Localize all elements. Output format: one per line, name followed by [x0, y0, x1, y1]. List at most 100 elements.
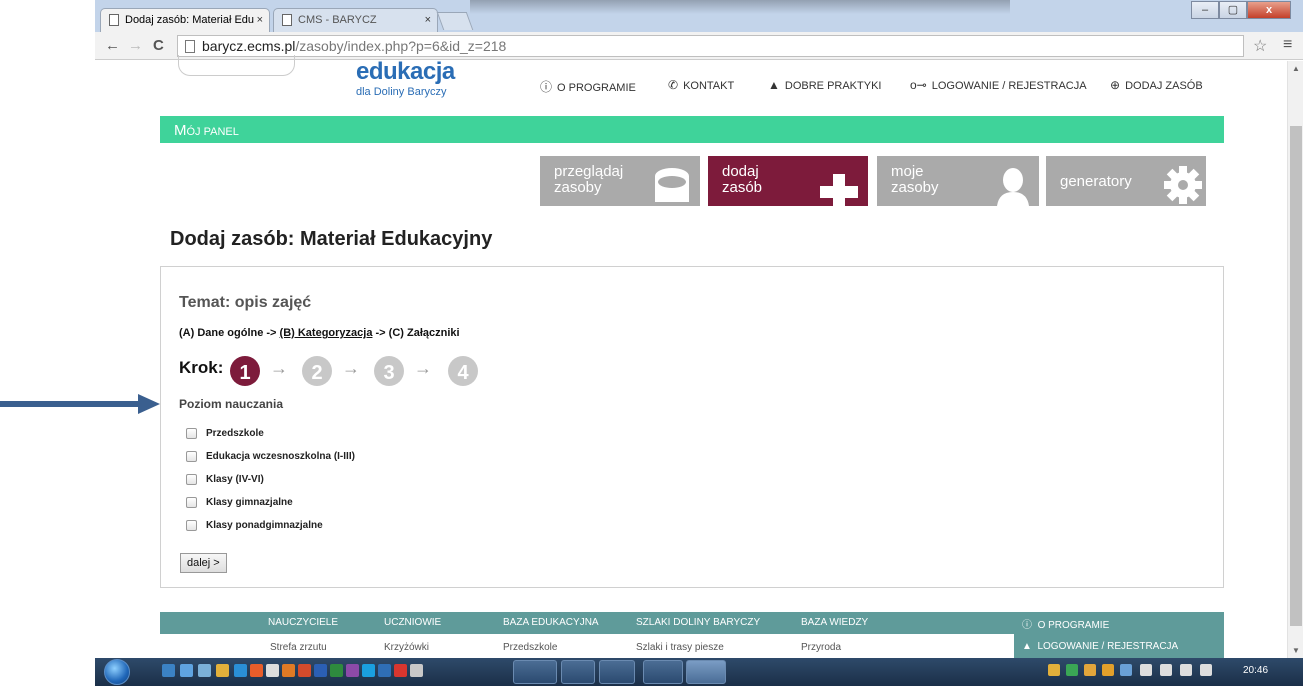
- nav-label: KONTAKT: [683, 80, 735, 92]
- nav-good-practices[interactable]: ▲ DOBRE PRAKTYKI: [768, 78, 881, 92]
- network-icon[interactable]: [1180, 664, 1192, 676]
- quicklaunch-icon[interactable]: [180, 664, 193, 677]
- breadcrumb-step-b[interactable]: (B) Kategoryzacja: [280, 327, 373, 339]
- footer-link[interactable]: Przedszkole: [503, 642, 557, 653]
- quicklaunch-icon[interactable]: [216, 664, 229, 677]
- quicklaunch-icon[interactable]: [378, 664, 391, 677]
- footer-link[interactable]: Krzyżówki: [384, 642, 429, 653]
- minimize-button[interactable]: –: [1191, 1, 1219, 19]
- forward-icon[interactable]: →: [128, 37, 143, 54]
- new-tab-button[interactable]: [436, 12, 474, 30]
- site-logo[interactable]: edukacja: [356, 58, 455, 86]
- taskbar-app-word[interactable]: [643, 660, 683, 684]
- option-label: Klasy (IV-VI): [206, 474, 264, 486]
- tile-add-resource[interactable]: dodaj zasób: [708, 156, 868, 206]
- quicklaunch-icon[interactable]: [162, 664, 175, 677]
- level-option-high-school[interactable]: Klasy ponadgimnazjalne: [186, 520, 323, 531]
- address-bar[interactable]: barycz.ecms.pl/zasoby/index.php?p=6&id_z…: [177, 35, 1244, 57]
- taskbar-app-chrome[interactable]: [686, 660, 726, 684]
- scrollbar[interactable]: ▲ ▼: [1287, 61, 1303, 658]
- footer-link[interactable]: Szlaki i trasy piesze: [636, 642, 724, 653]
- browser-tab[interactable]: CMS - BARYCZ ×: [273, 8, 438, 32]
- footer-heading-edu-base[interactable]: BAZA EDUKACYJNA: [503, 617, 599, 628]
- excel-icon[interactable]: [330, 664, 343, 677]
- plus-icon: [820, 174, 858, 206]
- footer-heading-students[interactable]: UCZNIOWIE: [384, 617, 441, 628]
- back-icon[interactable]: ←: [105, 37, 120, 54]
- taskbar-app-skype[interactable]: [561, 660, 595, 684]
- taskbar-app-explorer[interactable]: [513, 660, 557, 684]
- bookmark-star-icon[interactable]: ☆: [1253, 36, 1267, 56]
- tray-icon[interactable]: [1066, 664, 1078, 676]
- footer-side-label: O PROGRAMIE: [1037, 620, 1110, 631]
- tile-generators[interactable]: generatory: [1046, 156, 1206, 206]
- page-icon: [185, 40, 195, 53]
- tray-icon[interactable]: [1102, 664, 1114, 676]
- tray-icon[interactable]: [1120, 664, 1132, 676]
- taskbar-app-ie[interactable]: [599, 660, 635, 684]
- powerpoint-icon[interactable]: [298, 664, 311, 677]
- quicklaunch-icon[interactable]: [410, 664, 423, 677]
- footer-heading-teachers[interactable]: NAUCZYCIELE: [268, 617, 338, 628]
- level-option-early-school[interactable]: Edukacja wczesnoszkolna (I-III): [186, 451, 355, 462]
- footer-login-link[interactable]: ▲ LOGOWANIE / REJESTRACJA: [1022, 641, 1178, 652]
- tab-close-icon[interactable]: ×: [257, 14, 263, 26]
- tab-close-icon[interactable]: ×: [425, 14, 431, 26]
- ie-icon[interactable]: [234, 664, 247, 677]
- footer-about-link[interactable]: ⓘ O PROGRAMIE: [1022, 616, 1109, 631]
- next-button[interactable]: dalej >: [180, 553, 227, 573]
- checkbox[interactable]: [186, 520, 197, 531]
- taskbar-clock[interactable]: 20:46: [1243, 665, 1268, 676]
- checkbox[interactable]: [186, 451, 197, 462]
- maximize-button[interactable]: ▢: [1219, 1, 1247, 19]
- close-window-button[interactable]: x: [1247, 1, 1291, 19]
- footer-link[interactable]: Przyroda: [801, 642, 841, 653]
- level-option-classes-4-6[interactable]: Klasy (IV-VI): [186, 474, 264, 485]
- volume-icon[interactable]: [1160, 664, 1172, 676]
- word-icon[interactable]: [314, 664, 327, 677]
- tray-icon[interactable]: [1140, 664, 1152, 676]
- scroll-up-icon[interactable]: ▲: [1292, 64, 1300, 73]
- checkbox[interactable]: [186, 474, 197, 485]
- step-label: Krok:: [179, 358, 224, 377]
- step-indicator-2: 2: [302, 356, 332, 386]
- tray-icon[interactable]: [1084, 664, 1096, 676]
- acrobat-icon[interactable]: [394, 664, 407, 677]
- step-indicator-4: 4: [448, 356, 478, 386]
- skype-icon[interactable]: [362, 664, 375, 677]
- outlook-icon[interactable]: [282, 664, 295, 677]
- scroll-down-icon[interactable]: ▼: [1292, 646, 1300, 655]
- tray-icon[interactable]: [1048, 664, 1060, 676]
- quicklaunch-icon[interactable]: [266, 664, 279, 677]
- quicklaunch-icon[interactable]: [346, 664, 359, 677]
- site-logo-subtitle: dla Doliny Baryczy: [356, 86, 447, 98]
- nav-login[interactable]: o⊸ LOGOWANIE / REJESTRACJA: [910, 78, 1087, 92]
- footer-heading-trails[interactable]: SZLAKI DOLINY BARYCZY: [636, 617, 760, 628]
- thumbs-up-icon: ▲: [768, 78, 780, 92]
- page-icon: [282, 14, 292, 26]
- menu-icon[interactable]: ≡: [1283, 36, 1292, 54]
- firefox-icon[interactable]: [250, 664, 263, 677]
- tile-browse-resources[interactable]: przeglądaj zasoby: [540, 156, 700, 206]
- nav-about[interactable]: ⓘ O PROGRAMIE: [540, 78, 636, 95]
- panel-title: ÓJ PANEL: [186, 126, 239, 138]
- start-button[interactable]: [100, 658, 134, 686]
- browser-tab-active[interactable]: Dodaj zasób: Materiał Edu ×: [100, 8, 270, 32]
- key-icon: o⊸: [910, 78, 927, 92]
- level-option-preschool[interactable]: Przedszkole: [186, 428, 264, 439]
- tray-icon[interactable]: [1200, 664, 1212, 676]
- quicklaunch-icon[interactable]: [198, 664, 211, 677]
- nav-contact[interactable]: ✆ KONTAKT: [668, 78, 734, 92]
- breadcrumb-step-c: -> (C) Załączniki: [372, 327, 460, 339]
- checkbox[interactable]: [186, 497, 197, 508]
- windows-logo-icon: [104, 659, 130, 685]
- tile-my-resources[interactable]: moje zasoby: [877, 156, 1039, 206]
- scroll-thumb[interactable]: [1290, 126, 1302, 626]
- checkbox[interactable]: [186, 428, 197, 439]
- footer-heading-knowledge[interactable]: BAZA WIEDZY: [801, 617, 868, 628]
- level-option-middle-school[interactable]: Klasy gimnazjalne: [186, 497, 293, 508]
- page-title: Dodaj zasób: Materiał Edukacyjny: [170, 228, 493, 250]
- footer-link[interactable]: Strefa zrzutu: [270, 642, 327, 653]
- nav-add-resource[interactable]: ⊕ DODAJ ZASÓB: [1110, 78, 1203, 92]
- reload-icon[interactable]: C: [153, 37, 164, 54]
